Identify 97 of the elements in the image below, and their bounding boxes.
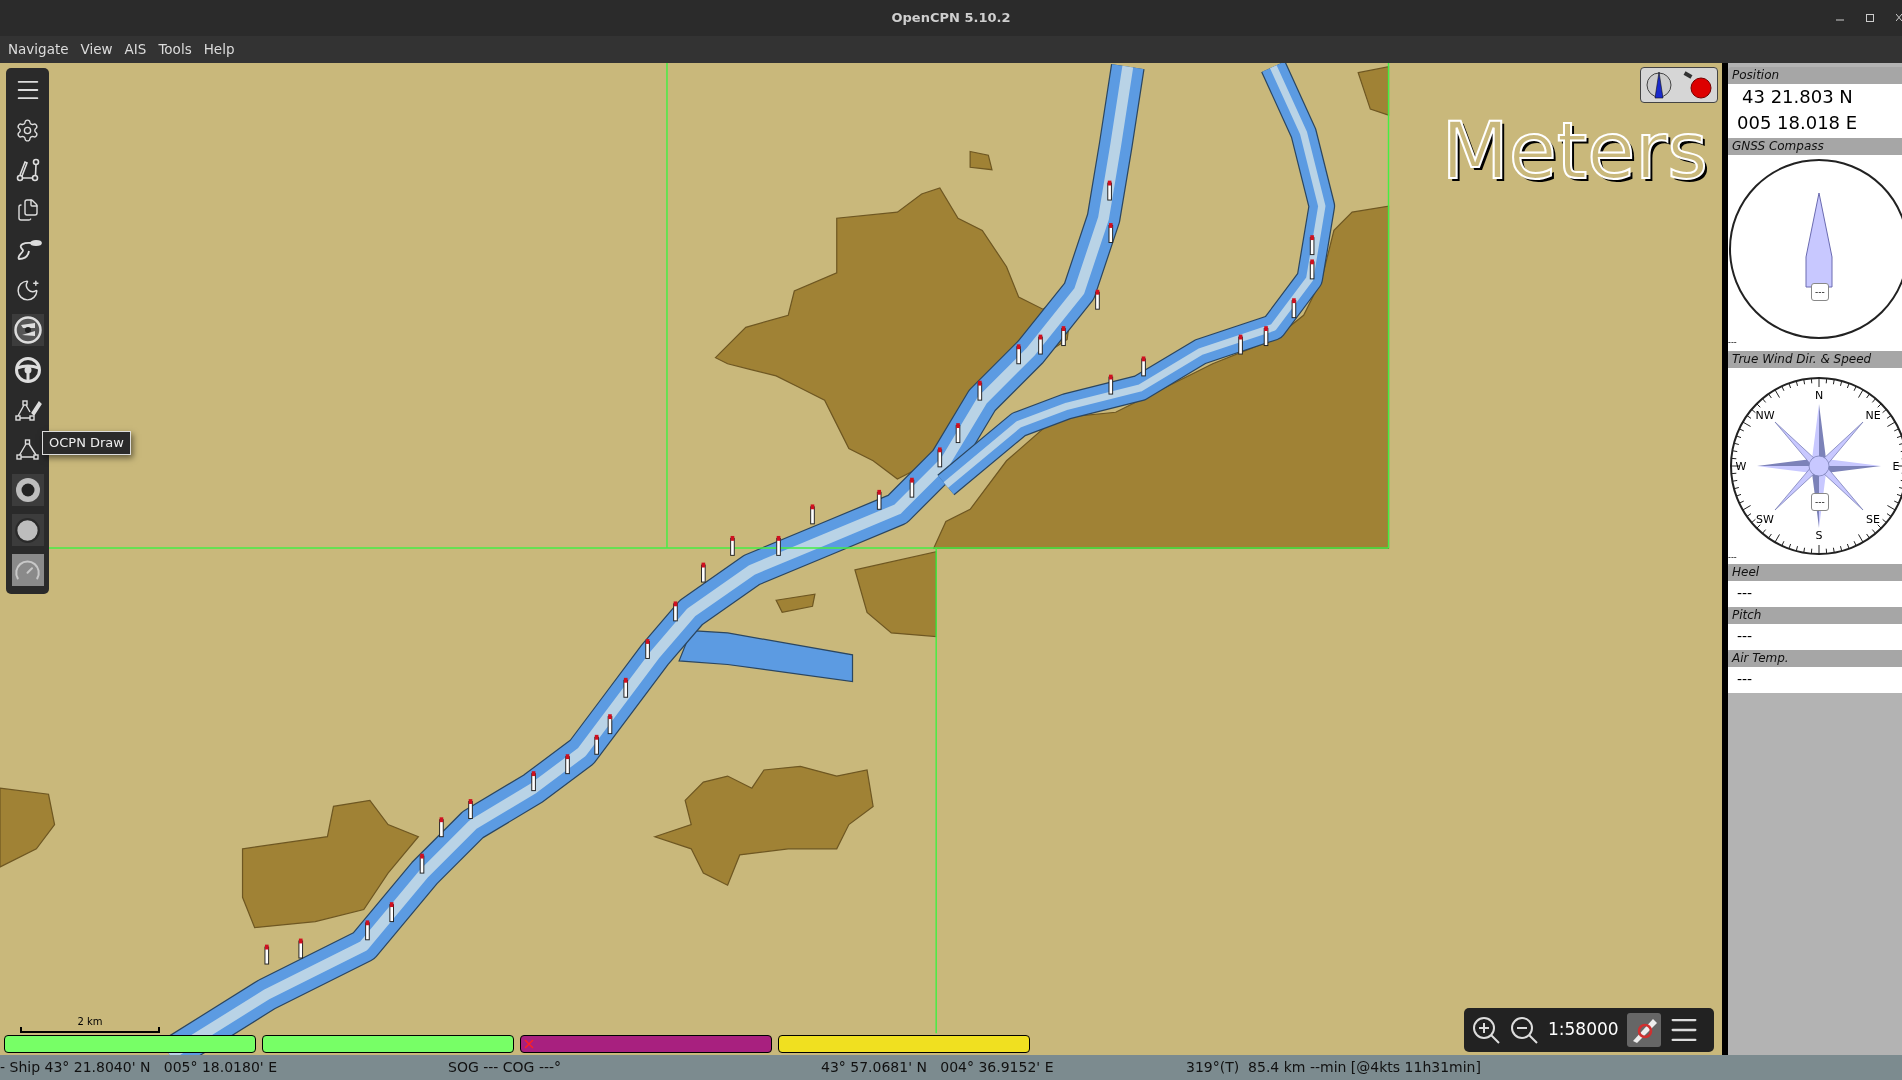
status-field: 319°(T) 85.4 km --min [@4kts 11h31min] [1186, 1055, 1902, 1080]
buoy-marker [419, 853, 425, 874]
buoy-marker [1141, 356, 1146, 377]
instrument-title: Air Temp. [1728, 650, 1902, 667]
menu-item[interactable]: View [74, 36, 119, 63]
buoy-marker [876, 489, 882, 510]
scale-bar-label: 2 km [77, 1016, 103, 1027]
triangle-nodes-icon[interactable] [14, 438, 41, 462]
buoy-marker [730, 535, 735, 556]
buoy-marker [701, 562, 706, 583]
compass-direction-label: SW [1756, 514, 1774, 526]
instrument-title: True Wind Dir. & Speed [1728, 351, 1902, 368]
menu-item[interactable]: AIS [118, 36, 153, 63]
instrument-title: Pitch [1728, 607, 1902, 624]
instrument-title: GNSS Compass [1728, 138, 1902, 155]
land-area [775, 593, 816, 614]
instrument-title: Heel [1728, 564, 1902, 581]
instrument-value: 43 21.803 N [1741, 85, 1854, 109]
buoy-marker [365, 920, 370, 941]
compass-direction-label: NE [1865, 410, 1881, 422]
menu-item[interactable]: Help [197, 36, 241, 63]
instrument-value: --- [1736, 670, 1754, 689]
compass-direction-label: N [1814, 390, 1824, 402]
buoy-marker [1309, 259, 1315, 280]
compass-direction-label: SE [1866, 514, 1880, 526]
instrument-title: Position [1728, 67, 1902, 84]
compass-direction-label: NW [1755, 410, 1775, 422]
gps-status-icon [1681, 70, 1713, 100]
buoy-marker [594, 734, 599, 755]
buoy-marker [1095, 289, 1100, 310]
buoy-marker [1309, 235, 1315, 256]
buoy-marker [531, 771, 536, 792]
land-area [969, 150, 993, 171]
status-field: 43° 57.0681' N 004° 36.9152' E [821, 1055, 1186, 1080]
chart-quilt-bar[interactable] [262, 1035, 514, 1053]
route-icon[interactable] [14, 157, 41, 183]
window-title: OpenCPN 5.10.2 [891, 9, 1011, 28]
buoy-marker [565, 754, 570, 775]
documents-icon[interactable] [15, 198, 40, 222]
buoy-marker [1016, 344, 1021, 365]
buoy-marker [264, 944, 270, 965]
buoy-marker [1238, 334, 1243, 355]
buoy-marker [389, 902, 394, 923]
menu-item[interactable]: Tools [152, 36, 198, 63]
buoy-marker [673, 601, 678, 622]
land-area [1357, 65, 1390, 116]
maximize-icon[interactable] [1866, 14, 1874, 22]
moon-star-icon[interactable] [15, 277, 40, 303]
buoy-marker [909, 477, 915, 498]
buoy-marker [607, 714, 613, 735]
draw-pen-icon[interactable] [13, 397, 42, 423]
units-label: Meters [1441, 105, 1708, 198]
buoy-marker [468, 799, 473, 819]
instrument-value: 005 18.018 E [1736, 111, 1859, 135]
chart-quilt-bar[interactable] [4, 1035, 256, 1053]
tooltip: OCPN Draw [42, 431, 131, 455]
buoy-marker [1061, 326, 1066, 347]
status-field: - Ship 43° 21.8040' N 005° 18.0180' E [0, 1055, 448, 1080]
buoy-marker [623, 677, 629, 698]
compass-widget[interactable] [1640, 67, 1718, 103]
compass-direction-label: S [1815, 530, 1823, 542]
buoy-marker [810, 504, 815, 525]
buoy-marker [937, 447, 943, 468]
buoy-marker [955, 423, 961, 444]
instrument-value: --- [1736, 584, 1754, 603]
buoy-marker [439, 817, 444, 838]
close-icon[interactable] [1896, 14, 1902, 22]
status-field: SOG --- COG ---° [448, 1055, 821, 1080]
settings-icon[interactable] [15, 117, 40, 143]
instrument-value: --- [1736, 627, 1754, 646]
buoy-marker [776, 535, 781, 556]
wind-reading: --- [1811, 493, 1829, 511]
compass-direction-label: E [1892, 461, 1900, 473]
record-icon[interactable] [14, 477, 41, 503]
zoom-out-icon[interactable] [1508, 1014, 1540, 1046]
compass-footer: --- [1728, 554, 1737, 562]
compass-direction-label: W [1735, 461, 1747, 473]
buoy-marker [298, 938, 304, 959]
buoy-marker [1107, 180, 1112, 201]
x-mark-icon [524, 1039, 534, 1049]
buoy-marker [1263, 326, 1269, 347]
ship-icon[interactable] [1626, 1013, 1661, 1047]
look-ahead-icon[interactable] [12, 315, 43, 345]
buoy-marker [1108, 374, 1114, 395]
chart-scale: 1:58000 [1547, 1018, 1620, 1042]
menu-item[interactable]: Navigate [2, 36, 75, 63]
buoy-marker [1038, 334, 1043, 355]
buoy-marker [1108, 223, 1114, 243]
compass-footer: --- [1728, 339, 1737, 347]
buoy-marker [645, 639, 650, 659]
chart-quilt-bar[interactable] [778, 1035, 1030, 1053]
buoy-marker [1291, 298, 1297, 319]
steering-wheel-icon[interactable] [13, 356, 42, 384]
buoy-marker [977, 380, 983, 401]
compass-reading: --- [1811, 283, 1829, 301]
zoom-in-icon[interactable] [1470, 1014, 1502, 1046]
compass-needle-icon [1645, 70, 1673, 100]
